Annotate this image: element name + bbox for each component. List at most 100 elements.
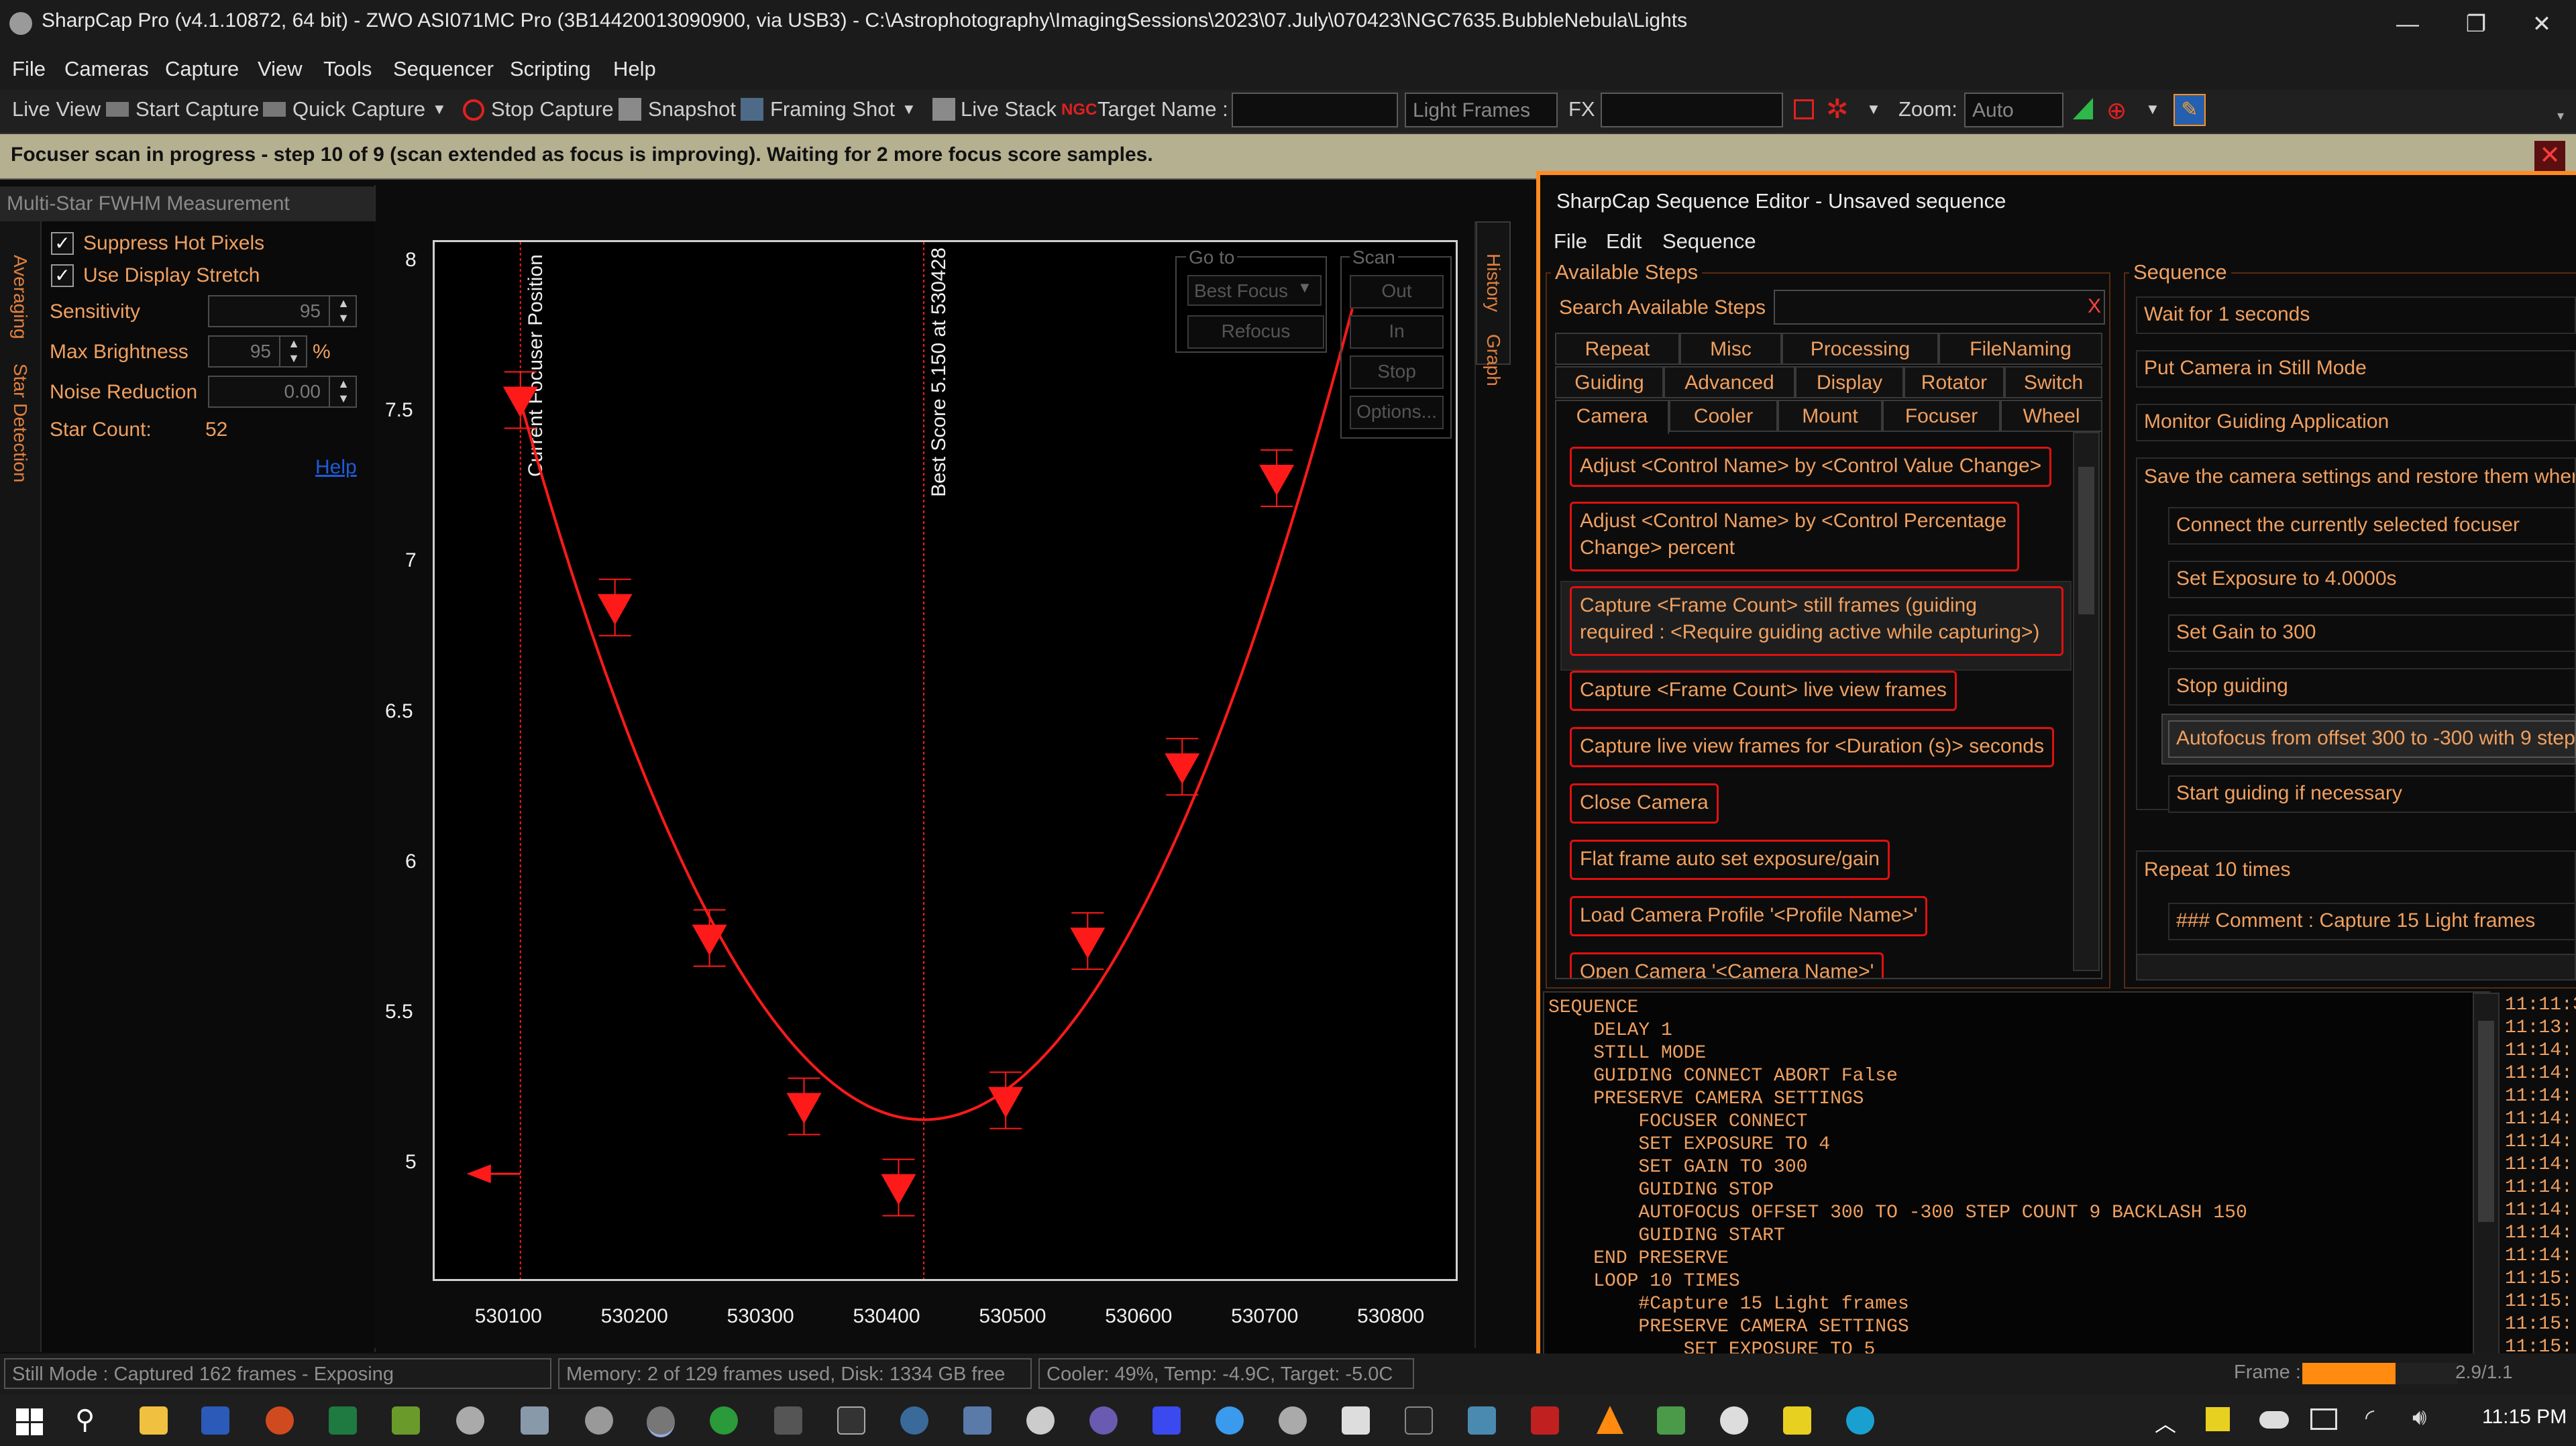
tray-chevron-icon[interactable]: ︿: [2155, 1407, 2176, 1438]
seq-item-connect-focuser[interactable]: Connect the currently selected focuser: [2168, 507, 2576, 545]
taskbar-clock[interactable]: 11:15 PM: [2482, 1406, 2567, 1429]
zoom-select[interactable]: Auto: [1964, 93, 2063, 127]
notepad-icon[interactable]: [392, 1406, 420, 1435]
zoom-tool-icon[interactable]: ⊕: [2106, 97, 2127, 125]
windows-start-icon[interactable]: [16, 1408, 43, 1435]
sharpcap-taskbar-icon[interactable]: [585, 1406, 613, 1435]
live-view-button[interactable]: Live View: [12, 97, 101, 121]
seq-item-comment[interactable]: ### Comment : Capture 15 Light frames: [2168, 903, 2576, 940]
edge-icon[interactable]: [1846, 1406, 1874, 1435]
script-scrollbar[interactable]: [2473, 993, 2500, 1360]
menu-view[interactable]: View: [258, 57, 303, 81]
pin-tool-icon[interactable]: ✎: [2174, 94, 2206, 126]
powerpoint-icon[interactable]: [266, 1406, 294, 1435]
step-capture-still-frames[interactable]: Capture <Frame Count> still frames (guid…: [1570, 586, 2063, 656]
app-icon-3[interactable]: [837, 1406, 865, 1435]
start-capture-button[interactable]: Start Capture: [136, 97, 259, 121]
media-player-icon[interactable]: [1720, 1406, 1748, 1435]
seq-menu-file[interactable]: File: [1554, 229, 1587, 254]
seq-menu-edit[interactable]: Edit: [1606, 229, 1642, 254]
app-icon-2[interactable]: [774, 1406, 802, 1435]
target-name-input[interactable]: [1232, 93, 1398, 127]
sequence-script-view[interactable]: SEQUENCE DELAY 1 STILL MODE GUIDING CONN…: [1543, 991, 2490, 1360]
phd2-icon[interactable]: [710, 1406, 738, 1435]
close-button[interactable]: ✕: [2505, 0, 2576, 48]
quick-capture-dropdown-icon[interactable]: ▼: [432, 101, 447, 118]
app-icon-14[interactable]: [1783, 1406, 1811, 1435]
snapshot-button[interactable]: Snapshot: [648, 97, 736, 121]
wifi-icon[interactable]: ◜: [2365, 1404, 2374, 1431]
volume-icon[interactable]: 🔊︎: [2412, 1404, 2426, 1431]
toolbar-overflow-icon[interactable]: ▾: [2557, 107, 2564, 124]
excel-icon[interactable]: [329, 1406, 357, 1435]
script-scrollbar-thumb[interactable]: [2478, 1021, 2494, 1222]
search-icon[interactable]: ⚲: [75, 1404, 95, 1435]
refocus-button[interactable]: Refocus: [1187, 315, 1324, 349]
tab-filenaming[interactable]: FileNaming: [1939, 333, 2102, 365]
menu-help[interactable]: Help: [613, 57, 656, 81]
tab-switch[interactable]: Switch: [2004, 366, 2102, 398]
tab-graph[interactable]: Graph: [1483, 334, 1504, 386]
step-capture-live-view-frames[interactable]: Capture <Frame Count> live view frames: [1570, 671, 1957, 711]
step-open-camera[interactable]: Open Camera '<Camera Name>': [1570, 952, 1884, 978]
sequence-hscrollbar[interactable]: [2136, 954, 2576, 981]
tab-star-detection[interactable]: Star Detection: [9, 364, 31, 482]
frame-type-select[interactable]: Light Frames: [1405, 93, 1558, 127]
step-flat-frame-auto[interactable]: Flat frame auto set exposure/gain: [1570, 840, 1890, 880]
app-icon-12[interactable]: [1468, 1406, 1496, 1435]
tab-averaging[interactable]: Averaging: [9, 255, 31, 339]
asi-icon[interactable]: [1405, 1406, 1433, 1435]
tab-processing[interactable]: Processing: [1782, 333, 1939, 365]
seq-item-autofocus[interactable]: Autofocus from offset 300 to -300 with 9…: [2168, 720, 2576, 758]
steps-scrollbar[interactable]: [2073, 432, 2100, 971]
sensitivity-spinner[interactable]: ▲ ▼: [329, 296, 357, 327]
seq-item-set-gain[interactable]: Set Gain to 300: [2168, 614, 2576, 652]
tab-display[interactable]: Display: [1795, 366, 1904, 398]
seq-item-start-guiding[interactable]: Start guiding if necessary: [2168, 775, 2576, 813]
step-adjust-control-value[interactable]: Adjust <Control Name> by <Control Value …: [1570, 447, 2052, 487]
tab-rotator[interactable]: Rotator: [1904, 366, 2004, 398]
menu-scripting[interactable]: Scripting: [510, 57, 591, 81]
tab-cooler[interactable]: Cooler: [1669, 400, 1778, 432]
seq-item-stop-guiding[interactable]: Stop guiding: [2168, 668, 2576, 706]
menu-sequencer[interactable]: Sequencer: [393, 57, 494, 81]
menu-file[interactable]: File: [12, 57, 46, 81]
tab-advanced[interactable]: Advanced: [1664, 366, 1795, 398]
app-icon-7[interactable]: [1089, 1406, 1118, 1435]
app-icon-9[interactable]: [1216, 1406, 1244, 1435]
vlc-icon[interactable]: [1597, 1406, 1623, 1434]
reticle-dropdown-icon[interactable]: ▼: [1866, 101, 1881, 118]
app-icon-11[interactable]: [1342, 1406, 1370, 1435]
steps-scrollbar-thumb[interactable]: [2078, 467, 2094, 614]
tab-guiding[interactable]: Guiding: [1555, 366, 1664, 398]
app-icon-1[interactable]: [456, 1406, 484, 1435]
tab-misc[interactable]: Misc: [1680, 333, 1782, 365]
search-clear-button[interactable]: X: [2088, 295, 2101, 318]
app-icon-5[interactable]: [963, 1406, 991, 1435]
restore-button[interactable]: ❐: [2439, 0, 2513, 48]
calculator-icon[interactable]: [521, 1406, 549, 1435]
noise-reduction-spinner[interactable]: ▲ ▼: [329, 376, 357, 407]
seq-menu-sequence[interactable]: Sequence: [1662, 229, 1756, 254]
histogram-icon[interactable]: [2073, 98, 2093, 119]
zoom-tool-dropdown-icon[interactable]: ▼: [2145, 101, 2160, 118]
quick-capture-button[interactable]: Quick Capture: [292, 97, 425, 121]
use-display-stretch-checkbox[interactable]: ✓: [51, 264, 74, 287]
stop-capture-button[interactable]: Stop Capture: [491, 97, 614, 121]
fx-input[interactable]: [1601, 93, 1783, 127]
app-icon-6[interactable]: [1026, 1406, 1055, 1435]
scan-out-button[interactable]: Out: [1350, 275, 1444, 309]
menu-tools[interactable]: Tools: [323, 57, 372, 81]
scan-options-button[interactable]: Options...: [1350, 396, 1444, 429]
reticle-icon[interactable]: ✲: [1826, 94, 1849, 125]
app-icon-8[interactable]: [1152, 1406, 1181, 1435]
tab-wheel[interactable]: Wheel: [2000, 400, 2102, 432]
roi-icon[interactable]: [1794, 99, 1814, 119]
menu-capture[interactable]: Capture: [165, 57, 239, 81]
tray-app-icon[interactable]: [2206, 1407, 2230, 1431]
tab-repeat[interactable]: Repeat: [1555, 333, 1680, 365]
step-close-camera[interactable]: Close Camera: [1570, 783, 1719, 824]
goto-dropdown-icon[interactable]: ▼: [1297, 279, 1312, 296]
step-adjust-control-percentage[interactable]: Adjust <Control Name> by <Control Percen…: [1570, 502, 2019, 571]
app-icon-10[interactable]: [1279, 1406, 1307, 1435]
